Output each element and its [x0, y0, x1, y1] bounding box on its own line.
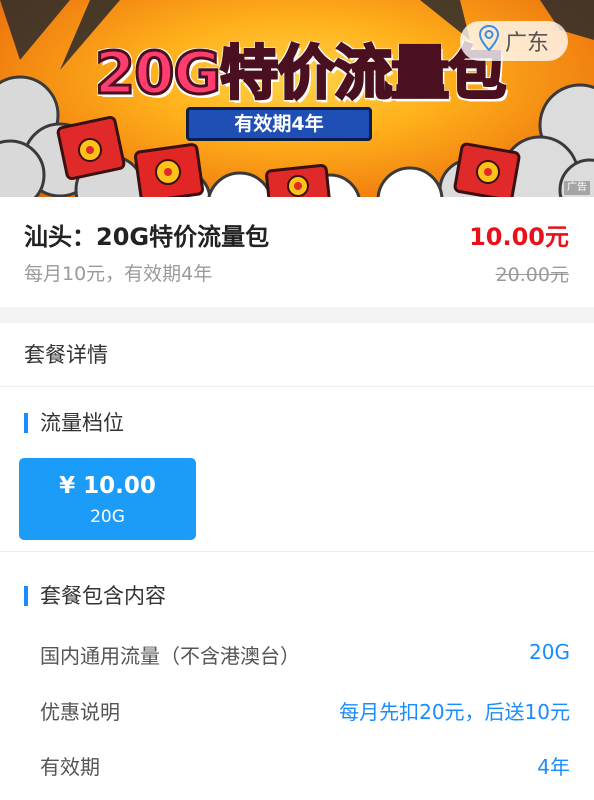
section-gap — [0, 307, 594, 323]
row-label: 国内通用流量（不含港澳台） — [40, 644, 300, 668]
tier-size: 20G — [90, 507, 125, 527]
ad-tag: 广告 — [564, 181, 590, 195]
row-label: 优惠说明 — [40, 700, 120, 724]
region-selector[interactable]: 广东 — [460, 21, 568, 61]
row-label: 有效期 — [40, 755, 100, 779]
row-value: 4年 — [537, 755, 570, 779]
current-price: 10.00元 — [469, 223, 569, 251]
list-item: 有效期 4年 — [40, 751, 570, 781]
section-title-details: 套餐详情 — [0, 323, 594, 387]
promo-banner[interactable]: 20G特价流量包 有效期4年 广东 广告 — [0, 0, 594, 197]
divider — [0, 551, 594, 552]
tier-price: ¥ 10.00 — [59, 473, 156, 499]
row-value: 20G — [529, 640, 570, 664]
tier-heading: 流量档位 — [24, 409, 124, 437]
list-item: 优惠说明 每月先扣20元，后送10元 — [40, 696, 570, 726]
region-label: 广东 — [504, 31, 549, 56]
content-heading: 套餐包含内容 — [24, 582, 166, 610]
product-name: 汕头：20G特价流量包 — [24, 223, 270, 251]
product-header: 汕头：20G特价流量包 每月10元，有效期4年 10.00元 20.00元 — [0, 197, 594, 307]
banner-validity-badge: 有效期4年 — [186, 107, 372, 141]
location-pin-icon — [478, 24, 499, 57]
banner-title: 20G特价流量包 — [93, 38, 507, 109]
list-item: 国内通用流量（不含港澳台） 20G — [40, 640, 570, 670]
product-description: 每月10元，有效期4年 — [24, 263, 213, 285]
original-price: 20.00元 — [495, 264, 569, 286]
tier-option-10[interactable]: ¥ 10.00 20G — [19, 458, 196, 540]
row-value: 每月先扣20元，后送10元 — [339, 700, 570, 724]
